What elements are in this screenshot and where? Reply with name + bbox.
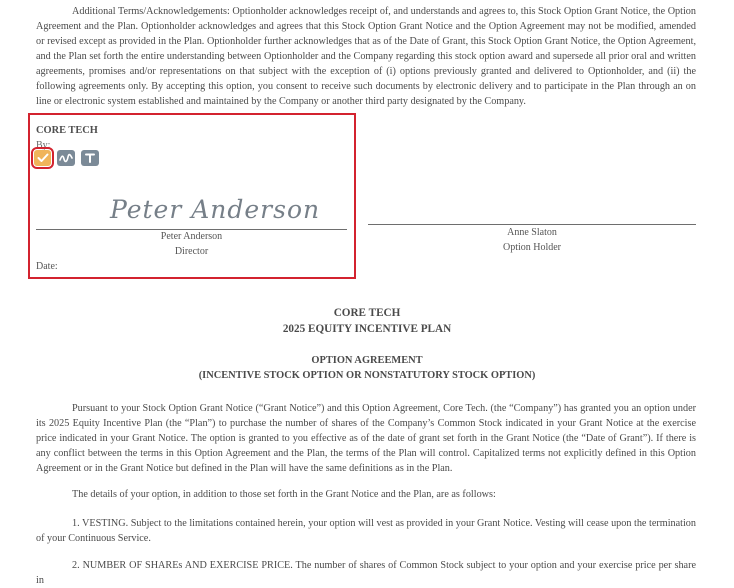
signatory-company: CORE TECH [36,125,98,136]
acknowledgements-paragraph: Additional Terms/Acknowledgements: Optio… [36,6,696,107]
text-icon [85,153,95,163]
holder-name: Anne Slaton [507,227,557,238]
signature-image: Peter Anderson [110,195,321,224]
shares-paragraph: 2. NUMBER OF SHAREs AND EXERCISE PRICE. … [36,560,696,586]
signature-line [36,229,347,230]
date-label: Date: [36,261,58,272]
check-tool-button[interactable] [31,147,54,169]
holder-signature-line [368,224,696,225]
plan-heading: 2025 EQUITY INCENTIVE PLAN [282,323,452,335]
company-signature-block[interactable]: CORE TECH By: Peter Anderson Peter Ander… [28,113,356,279]
text-tool-button[interactable] [81,150,99,166]
check-icon [37,153,49,163]
draw-signature-tool-button[interactable] [57,150,75,166]
details-paragraph: The details of your option, in addition … [72,489,496,500]
agreement-heading: OPTION AGREEMENT [311,355,423,366]
pursuant-paragraph: Pursuant to your Stock Option Grant Noti… [36,403,696,474]
holder-role: Option Holder [502,242,562,253]
agreement-subtitle: (INCENTIVE STOCK OPTION OR NONSTATUTORY … [198,370,536,381]
vesting-paragraph: 1. VESTING. Subject to the limitations c… [36,518,696,544]
company-heading: CORE TECH [333,307,401,319]
signature-toolbar [31,147,99,169]
signatory-name: Peter Anderson [160,231,223,242]
signatory-title: Director [174,246,209,257]
draw-signature-icon [59,153,73,163]
